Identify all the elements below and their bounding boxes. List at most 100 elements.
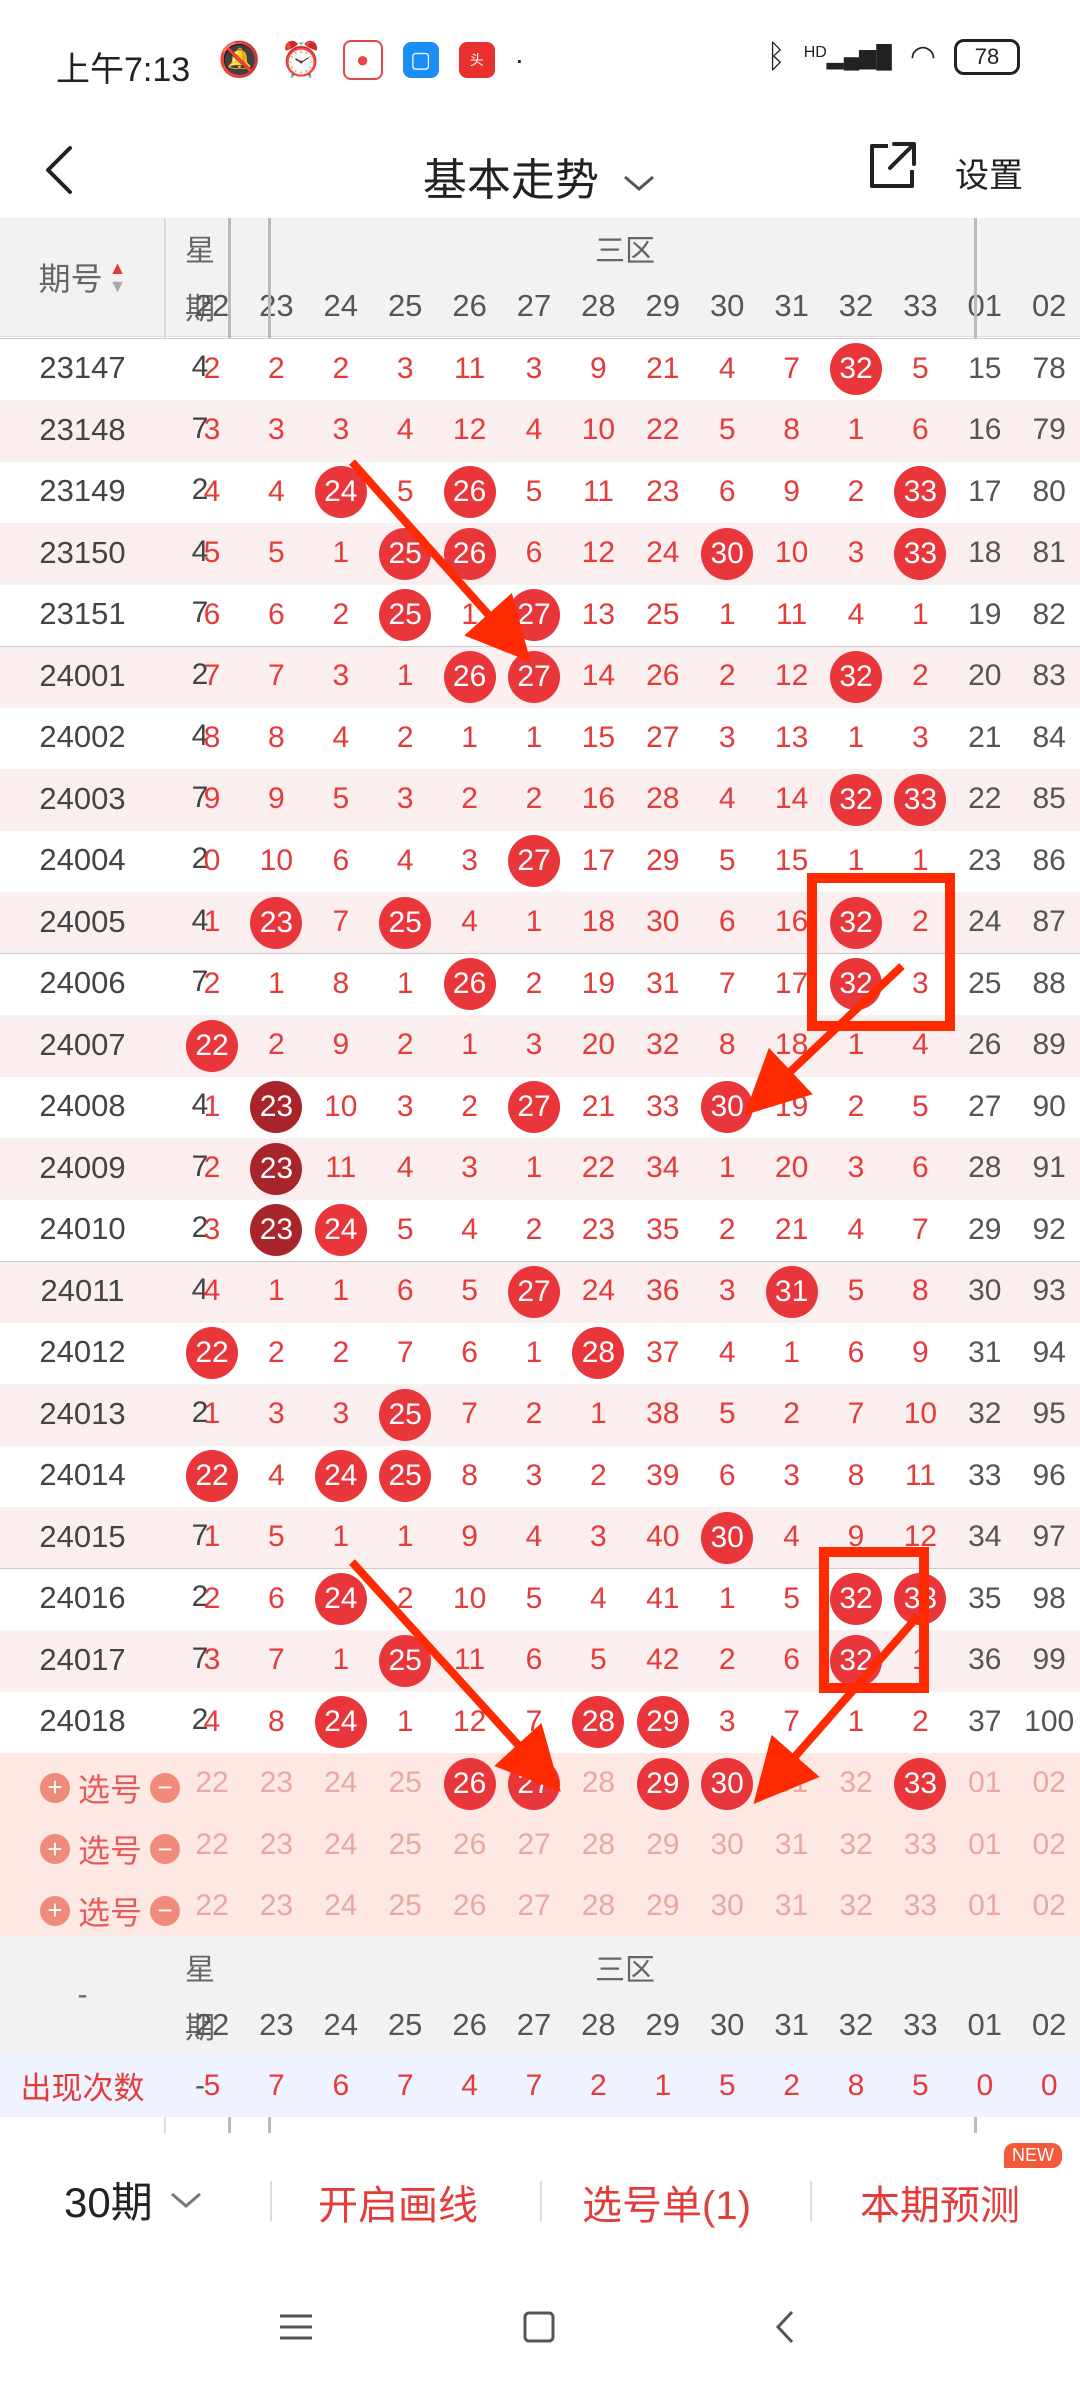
selectable-number[interactable]: 24 bbox=[309, 1876, 373, 1938]
number-ball[interactable]: 32 bbox=[830, 343, 882, 395]
selectable-number[interactable]: 22 bbox=[180, 1876, 244, 1938]
selectable-number[interactable]: 33 bbox=[888, 1814, 952, 1876]
selected-number-ball[interactable]: 30 bbox=[701, 1757, 754, 1810]
selectable-number[interactable]: 25 bbox=[373, 1814, 437, 1876]
selectable-number[interactable]: 26 bbox=[438, 1876, 502, 1938]
selectable-number[interactable]: 25 bbox=[373, 1876, 437, 1938]
minus-icon[interactable]: − bbox=[150, 1834, 181, 1864]
number-ball[interactable]: 33 bbox=[894, 527, 947, 580]
selectable-number[interactable]: 28 bbox=[566, 1753, 630, 1815]
number-ball[interactable]: 32 bbox=[830, 896, 882, 949]
number-ball[interactable]: 32 bbox=[830, 773, 882, 826]
selectable-number[interactable]: 31 bbox=[760, 1814, 824, 1876]
draw-line-button[interactable]: 开启画线 bbox=[318, 2173, 478, 2231]
selection-list-button[interactable]: 选号单(1) bbox=[582, 2173, 751, 2231]
menu-icon[interactable] bbox=[278, 2312, 314, 2342]
selectable-number[interactable]: 30 bbox=[695, 1814, 759, 1876]
selectable-number[interactable]: 01 bbox=[953, 1876, 1017, 1938]
select-number-control[interactable]: + 选号 − bbox=[40, 1888, 181, 1934]
number-ball[interactable]: 28 bbox=[572, 1696, 625, 1748]
number-ball[interactable]: 25 bbox=[379, 589, 432, 641]
selectable-number[interactable]: 29 bbox=[631, 1876, 695, 1938]
selected-number-ball[interactable]: 26 bbox=[443, 1757, 496, 1810]
plus-icon[interactable]: + bbox=[40, 1895, 70, 1926]
selectable-number[interactable]: 23 bbox=[244, 1814, 308, 1876]
number-ball[interactable]: 32 bbox=[830, 958, 882, 1010]
number-ball[interactable]: 30 bbox=[701, 527, 754, 580]
number-ball[interactable]: 29 bbox=[636, 1696, 689, 1748]
minus-icon[interactable]: − bbox=[150, 1772, 181, 1803]
selectable-number[interactable]: 31 bbox=[760, 1876, 824, 1938]
selectable-number[interactable]: 25 bbox=[373, 1753, 437, 1815]
selectable-number[interactable]: 01 bbox=[953, 1814, 1017, 1876]
number-ball[interactable]: 24 bbox=[314, 1573, 367, 1625]
selectable-number[interactable]: 22 bbox=[180, 1814, 244, 1876]
number-ball[interactable]: 28 bbox=[572, 1327, 625, 1379]
trend-table[interactable]: 期号 ▲ ▼ 星期三区 22 23 24 25 26 27 28 29 30 31 32 33 01 02 2314… bbox=[0, 218, 1080, 2133]
number-ball[interactable]: 27 bbox=[508, 650, 560, 703]
number-ball[interactable]: 30 bbox=[701, 1511, 754, 1564]
number-ball[interactable]: 24 bbox=[314, 466, 367, 518]
select-number-control[interactable]: + 选号 − bbox=[40, 1765, 181, 1811]
number-ball[interactable]: 22 bbox=[186, 1019, 238, 1072]
selectable-number[interactable]: 01 bbox=[953, 1753, 1017, 1815]
number-ball[interactable]: 33 bbox=[894, 773, 947, 826]
number-ball[interactable]: 32 bbox=[830, 1634, 882, 1687]
number-ball[interactable]: 33 bbox=[894, 1573, 947, 1625]
number-ball[interactable]: 23 bbox=[250, 1142, 303, 1195]
home-icon[interactable] bbox=[522, 2310, 556, 2344]
selectable-number[interactable]: 27 bbox=[502, 1876, 566, 1938]
number-ball[interactable]: 22 bbox=[186, 1450, 238, 1502]
number-ball[interactable]: 27 bbox=[508, 1265, 560, 1318]
selected-number-ball[interactable]: 33 bbox=[894, 1757, 947, 1810]
number-ball[interactable]: 26 bbox=[443, 466, 496, 518]
selected-number-ball[interactable]: 27 bbox=[508, 1757, 560, 1810]
selectable-number[interactable]: 22 bbox=[180, 1753, 244, 1815]
number-ball[interactable]: 27 bbox=[508, 589, 560, 641]
number-ball[interactable]: 26 bbox=[443, 650, 496, 703]
selectable-number[interactable]: 32 bbox=[824, 1814, 888, 1876]
number-ball[interactable]: 22 bbox=[186, 1327, 238, 1379]
number-ball[interactable]: 25 bbox=[379, 527, 432, 580]
selectable-number[interactable]: 28 bbox=[566, 1876, 630, 1938]
selectable-number[interactable]: 24 bbox=[309, 1814, 373, 1876]
number-ball[interactable]: 26 bbox=[443, 527, 496, 580]
number-ball[interactable]: 24 bbox=[314, 1696, 367, 1748]
selected-number-ball[interactable]: 29 bbox=[636, 1757, 689, 1810]
selectable-number[interactable]: 29 bbox=[631, 1814, 695, 1876]
number-ball[interactable]: 23 bbox=[250, 1204, 303, 1256]
number-ball[interactable]: 27 bbox=[508, 835, 560, 887]
number-ball[interactable]: 25 bbox=[379, 1388, 432, 1441]
selectable-number[interactable]: 02 bbox=[1017, 1753, 1080, 1815]
selectable-number[interactable]: 32 bbox=[824, 1876, 888, 1938]
share-icon[interactable] bbox=[862, 136, 922, 196]
number-ball[interactable]: 23 bbox=[250, 896, 303, 949]
back-nav-icon[interactable] bbox=[772, 2308, 798, 2346]
number-ball[interactable]: 32 bbox=[830, 1573, 882, 1625]
select-number-control[interactable]: + 选号 − bbox=[40, 1826, 181, 1872]
selectable-number[interactable]: 26 bbox=[438, 1814, 502, 1876]
selectable-number[interactable]: 28 bbox=[566, 1814, 630, 1876]
selectable-number[interactable]: 33 bbox=[888, 1876, 952, 1938]
predict-button[interactable]: 本期预测 bbox=[860, 2173, 1020, 2231]
issue-column-header[interactable]: 期号 ▲ ▼ bbox=[0, 218, 165, 336]
number-ball[interactable]: 33 bbox=[894, 466, 947, 518]
plus-icon[interactable]: + bbox=[40, 1834, 70, 1864]
selectable-number[interactable]: 24 bbox=[309, 1753, 373, 1815]
minus-icon[interactable]: − bbox=[150, 1895, 181, 1926]
number-ball[interactable]: 31 bbox=[765, 1265, 818, 1318]
number-ball[interactable]: 24 bbox=[314, 1204, 367, 1256]
number-ball[interactable]: 24 bbox=[314, 1450, 367, 1502]
number-ball[interactable]: 25 bbox=[379, 896, 432, 949]
settings-button[interactable]: 设置 bbox=[955, 148, 1023, 197]
selectable-number[interactable]: 23 bbox=[244, 1876, 308, 1938]
plus-icon[interactable]: + bbox=[40, 1772, 70, 1803]
number-ball[interactable]: 26 bbox=[443, 958, 496, 1010]
number-ball[interactable]: 30 bbox=[701, 1081, 754, 1133]
number-ball[interactable]: 25 bbox=[379, 1450, 432, 1502]
selectable-number[interactable]: 31 bbox=[760, 1753, 824, 1815]
selectable-number[interactable]: 23 bbox=[244, 1753, 308, 1815]
selectable-number[interactable]: 32 bbox=[824, 1753, 888, 1815]
selectable-number[interactable]: 02 bbox=[1017, 1814, 1080, 1876]
number-ball[interactable]: 25 bbox=[379, 1634, 432, 1687]
